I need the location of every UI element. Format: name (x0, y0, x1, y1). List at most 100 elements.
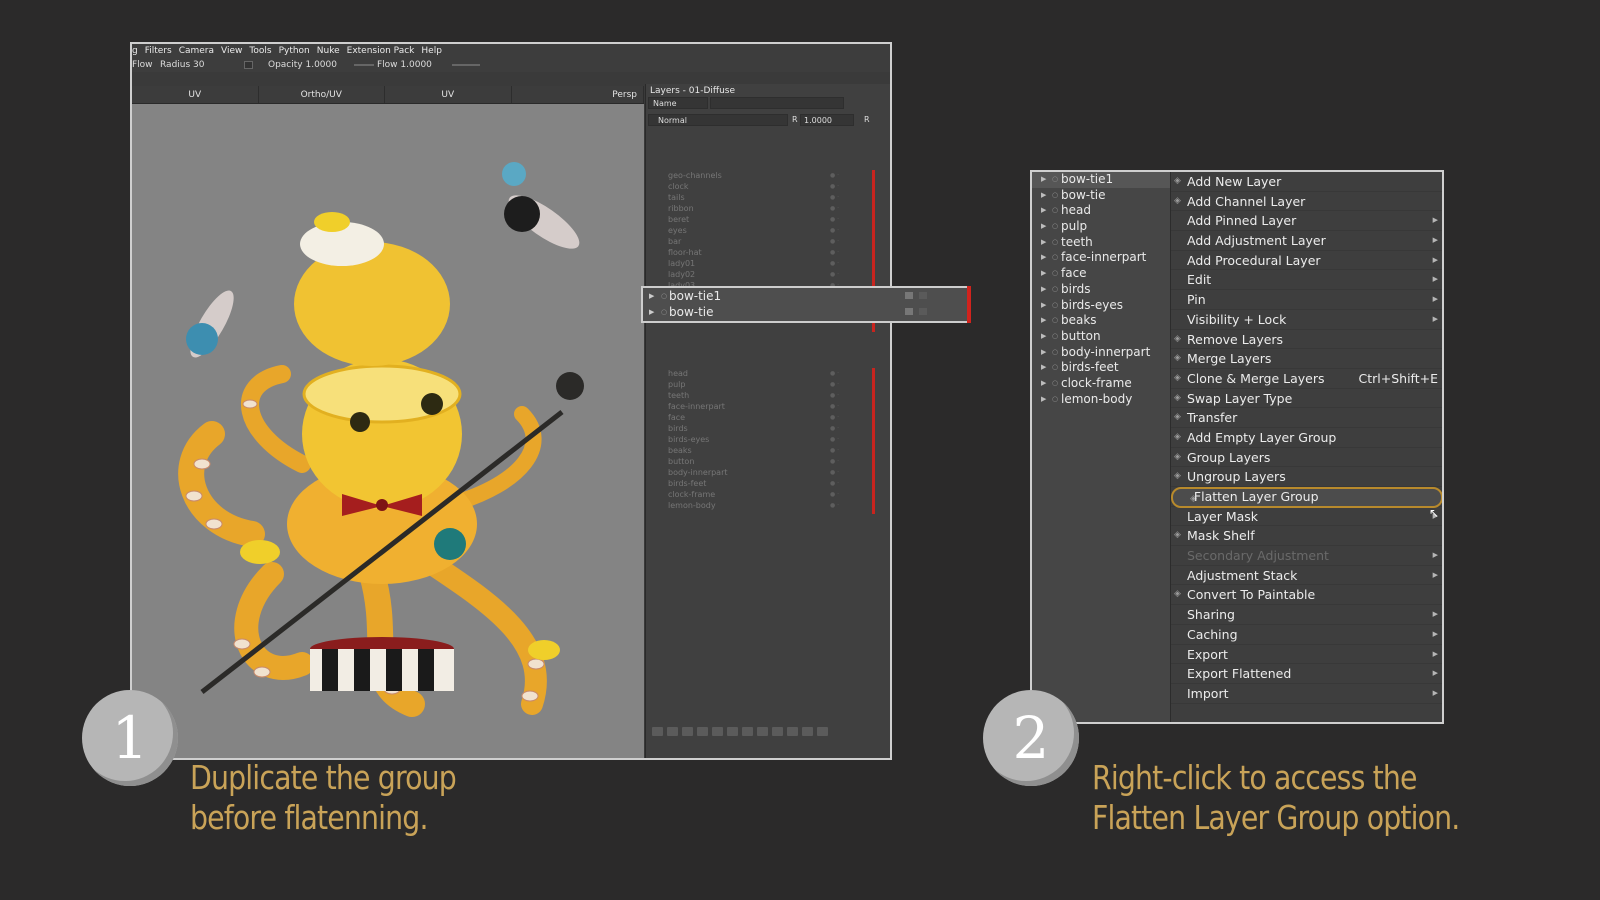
menu-g[interactable]: g (132, 44, 138, 58)
layer-row-face-innerpart[interactable]: ▶ ○ face-innerpart (1032, 250, 1170, 266)
menu-item-import[interactable]: Import ▶ (1171, 684, 1442, 704)
layer-row-button[interactable]: ▶ ○ button (1032, 329, 1170, 345)
layer-row-button[interactable]: button (646, 456, 876, 467)
expand-arrow-icon[interactable]: ▶ (649, 288, 654, 304)
expand-arrow-icon[interactable]: ▶ (1041, 282, 1046, 298)
expand-arrow-icon[interactable]: ▶ (1041, 360, 1046, 376)
lock-icon[interactable] (919, 292, 927, 299)
visibility-dot-icon[interactable]: ○ (1052, 313, 1058, 329)
menu-extension-pack[interactable]: Extension Pack (347, 44, 415, 58)
visibility-dot-icon[interactable]: ○ (661, 304, 667, 320)
layer-row-birds-eyes[interactable]: birds-eyes (646, 434, 876, 445)
menu-filters[interactable]: Filters (145, 44, 172, 58)
visibility-dot-icon[interactable]: ○ (661, 288, 667, 304)
menu-item-convert-to-paintable[interactable]: ◈ Convert To Paintable (1171, 585, 1442, 606)
menu-item-group-layers[interactable]: ◈ Group Layers (1171, 448, 1442, 468)
visibility-dot-icon[interactable]: ○ (1052, 188, 1058, 204)
layer-row-clock-frame[interactable]: clock-frame (646, 489, 876, 500)
group-icon[interactable] (682, 727, 693, 736)
menu-item-pin[interactable]: Pin ▶ (1171, 290, 1442, 310)
layer-row-bow-tie1[interactable]: ▶ ○ bow-tie1 (643, 288, 969, 304)
layer-row-bow-tie1[interactable]: ▶ ○ bow-tie1 (1032, 172, 1170, 188)
viewport-canvas[interactable] (132, 104, 644, 758)
expand-arrow-icon[interactable]: ▶ (1041, 345, 1046, 361)
clone-icon[interactable] (742, 727, 753, 736)
visibility-dot-icon[interactable]: ○ (1052, 298, 1058, 314)
layer-row-birds[interactable]: birds (646, 423, 876, 434)
expand-arrow-icon[interactable]: ▶ (1041, 392, 1046, 408)
opacity-slider[interactable] (354, 64, 374, 66)
menu-item-add-channel-layer[interactable]: ◈ Add Channel Layer (1171, 192, 1442, 212)
expand-arrow-icon[interactable]: ▶ (1041, 298, 1046, 314)
menu-item-caching[interactable]: Caching ▶ (1171, 625, 1442, 645)
menu-item-clone-merge-layers[interactable]: ◈ Clone & Merge Layers Ctrl+Shift+E (1171, 369, 1442, 389)
expand-arrow-icon[interactable]: ▶ (1041, 235, 1046, 251)
layer-row-teeth[interactable]: teeth (646, 390, 876, 401)
layer-row-birds-feet[interactable]: birds-feet (646, 478, 876, 489)
layer-row-face[interactable]: face (646, 412, 876, 423)
layer-row-clock-frame[interactable]: ▶ ○ clock-frame (1032, 376, 1170, 392)
reset-button[interactable]: R (864, 114, 876, 126)
layer-row-face[interactable]: ▶ ○ face (1032, 266, 1170, 282)
visibility-dot-icon[interactable]: ○ (1052, 329, 1058, 345)
menu-item-transfer[interactable]: ◈ Transfer (1171, 408, 1442, 428)
merge-icon[interactable] (727, 727, 738, 736)
layer-row-face-innerpart[interactable]: face-innerpart (646, 401, 876, 412)
expand-arrow-icon[interactable]: ▶ (1041, 250, 1046, 266)
layer-row-head[interactable]: ▶ ○ head (1032, 203, 1170, 219)
lock-icon[interactable] (919, 308, 927, 315)
menu-item-swap-layer-type[interactable]: ◈ Swap Layer Type (1171, 389, 1442, 409)
blend-mode-select[interactable]: Normal (648, 114, 788, 126)
tab-persp[interactable]: Persp (512, 86, 644, 103)
radius-field[interactable]: Radius 30 (160, 58, 205, 72)
menu-item-merge-layers[interactable]: ◈ Merge Layers (1171, 349, 1442, 369)
layer-row-body-innerpart[interactable]: ▶ ○ body-innerpart (1032, 345, 1170, 361)
tab-uv-2[interactable]: UV (385, 86, 512, 103)
layer-filter-input[interactable] (710, 97, 844, 109)
menu-item-flatten-layer-group[interactable]: ◈Flatten Layer Group (1171, 487, 1442, 508)
menu-item-mask-shelf[interactable]: ◈ Mask Shelf (1171, 526, 1442, 547)
menu-help[interactable]: Help (421, 44, 442, 58)
layer-row-lady01[interactable]: lady01 (646, 258, 876, 269)
layer-row-beaks[interactable]: ▶ ○ beaks (1032, 313, 1170, 329)
visibility-dot-icon[interactable]: ○ (1052, 219, 1058, 235)
layer-row-lady02[interactable]: lady02 (646, 269, 876, 280)
layer-row-head[interactable]: head (646, 368, 876, 379)
layer-row-bar[interactable]: bar (646, 236, 876, 247)
expand-arrow-icon[interactable]: ▶ (1041, 329, 1046, 345)
layer-row-ribbon[interactable]: ribbon (646, 203, 876, 214)
transfer-icon[interactable] (772, 727, 783, 736)
menu-item-export-flattened[interactable]: Export Flattened ▶ (1171, 664, 1442, 684)
visibility-dot-icon[interactable]: ○ (1052, 266, 1058, 282)
layer-row-lemon-body[interactable]: lemon-body (646, 500, 876, 511)
opacity-field[interactable]: Opacity 1.0000 (268, 58, 337, 72)
adjust-icon[interactable] (697, 727, 708, 736)
visibility-dot-icon[interactable]: ○ (1052, 235, 1058, 251)
menu-item-layer-mask[interactable]: Layer Mask ▶ (1171, 507, 1442, 527)
menu-item-export[interactable]: Export ▶ (1171, 645, 1442, 665)
lock-icon[interactable] (802, 727, 813, 736)
menu-camera[interactable]: Camera (179, 44, 214, 58)
channel-icon[interactable] (667, 727, 678, 736)
visibility-dot-icon[interactable]: ○ (1052, 392, 1058, 408)
layer-row-geo-channels[interactable]: geo-channels (646, 170, 876, 181)
tab-ortho-uv[interactable]: Ortho/UV (259, 86, 385, 103)
menu-view[interactable]: View (221, 44, 242, 58)
layer-row-pulp[interactable]: ▶ ○ pulp (1032, 219, 1170, 235)
menu-item-ungroup-layers[interactable]: ◈ Ungroup Layers (1171, 467, 1442, 487)
visibility-dot-icon[interactable]: ○ (1052, 282, 1058, 298)
tab-uv-1[interactable]: UV (132, 86, 259, 103)
layer-row-body-innerpart[interactable]: body-innerpart (646, 467, 876, 478)
layer-row-bow-tie[interactable]: ▶ ○ bow-tie (1032, 188, 1170, 204)
visibility-dot-icon[interactable]: ○ (1052, 172, 1058, 188)
layer-row-clock[interactable]: clock (646, 181, 876, 192)
expand-arrow-icon[interactable]: ▶ (1041, 172, 1046, 188)
menu-item-visibility-lock[interactable]: Visibility + Lock ▶ (1171, 310, 1442, 330)
menu-nuke[interactable]: Nuke (317, 44, 340, 58)
menu-tools[interactable]: Tools (249, 44, 271, 58)
layer-row-beret[interactable]: beret (646, 214, 876, 225)
menu-item-adjustment-stack[interactable]: Adjustment Stack ▶ (1171, 566, 1442, 586)
layer-row-bow-tie[interactable]: ▶ ○ bow-tie (643, 304, 969, 320)
layer-row-floor-hat[interactable]: floor-hat (646, 247, 876, 258)
menu-item-add-adjustment-layer[interactable]: Add Adjustment Layer ▶ (1171, 231, 1442, 251)
